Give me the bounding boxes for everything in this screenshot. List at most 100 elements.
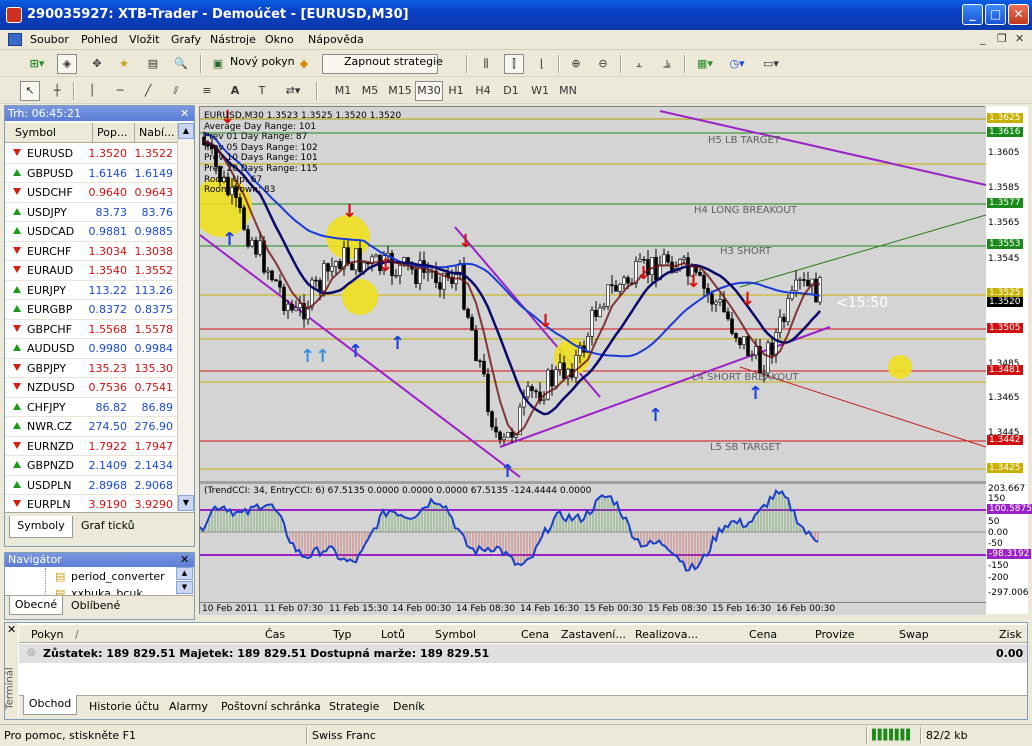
new-order-button[interactable]: Nový pokyn [230, 55, 295, 68]
templates-icon[interactable]: ▭▾ [758, 54, 784, 74]
market-watch-row[interactable]: AUDUSD 0.9980 0.9984 [5, 339, 177, 359]
new-chart-icon[interactable]: ⊞▾ [24, 54, 50, 74]
nav-item-period-converter[interactable]: period_converter [71, 570, 165, 583]
menu-pohled[interactable]: Pohled [81, 33, 118, 46]
col-time[interactable]: Čas [265, 628, 285, 641]
arrows-icon[interactable]: ⇄▾ [280, 81, 306, 101]
col-symbol[interactable]: Symbol [5, 123, 93, 143]
menu-soubor[interactable]: Soubor [30, 33, 69, 46]
tf-m30[interactable]: M30 [415, 81, 443, 101]
market-watch-row[interactable]: EURNZD 1.7922 1.7947 [5, 437, 177, 456]
tab-symbols[interactable]: Symboly [9, 516, 73, 538]
market-watch-row[interactable]: USDJPY 83.73 83.76 [5, 203, 177, 222]
text-tool-icon[interactable]: A [225, 81, 245, 101]
col-symbol[interactable]: Symbol [435, 628, 476, 641]
indicators-icon[interactable]: ▦▾ [692, 54, 718, 74]
nav-item-second[interactable]: xxbuka_bcuk [71, 587, 143, 595]
tab-alerts[interactable]: Alarmy [169, 700, 208, 713]
market-watch-row[interactable]: EURJPY 113.22 113.26 [5, 281, 177, 300]
mdi-restore-icon[interactable]: ❐ [997, 32, 1007, 45]
col-swap[interactable]: Swap [899, 628, 929, 641]
tab-general[interactable]: Obecné [9, 596, 63, 615]
col-stop[interactable]: Zastavení... [561, 628, 626, 641]
market-watch-row[interactable]: GBPNZD 2.1409 2.1434 [5, 456, 177, 476]
market-watch-close-icon[interactable]: ✕ [180, 107, 189, 120]
menu-vlozit[interactable]: Vložit [129, 33, 159, 46]
periods-icon[interactable]: ◷▾ [724, 54, 750, 74]
tab-journal[interactable]: Deník [393, 700, 425, 713]
col-order[interactable]: Pokyn [31, 628, 63, 641]
mdi-close-icon[interactable]: ✕ [1015, 32, 1024, 45]
market-watch-row[interactable]: USDPLN 2.8968 2.9068 [5, 476, 177, 495]
mdi-minimize-icon[interactable]: _ [980, 32, 986, 45]
col-commission[interactable]: Provize [815, 628, 855, 641]
col-bid[interactable]: Pop... [93, 123, 135, 143]
market-watch-scrollbar[interactable]: ▲ ▼ [177, 123, 194, 511]
tab-experts[interactable]: Strategie [329, 700, 379, 713]
tf-mn[interactable]: MN [556, 81, 580, 101]
tf-w1[interactable]: W1 [528, 81, 552, 101]
tab-favorites[interactable]: Oblíbené [71, 599, 120, 612]
col-lots[interactable]: Lotů [381, 628, 405, 641]
market-watch-icon[interactable]: ▤ [143, 54, 163, 74]
tab-trade[interactable]: Obchod [23, 695, 77, 715]
crosshair-icon[interactable]: ┼ [47, 81, 67, 101]
tab-tick-chart[interactable]: Graf ticků [77, 519, 139, 532]
chart-shift-icon[interactable]: ⫡ [657, 54, 677, 74]
zoom-out-icon[interactable]: ⊖ [593, 54, 613, 74]
channel-icon[interactable]: ⫽ [166, 81, 186, 101]
crosshair-nav-icon[interactable]: ✥ [87, 54, 107, 74]
navigator-close-icon[interactable]: ✕ [180, 553, 189, 566]
text-label-icon[interactable]: T [252, 81, 272, 101]
market-watch-row[interactable]: EURPLN 3.9190 3.9290 [5, 495, 177, 512]
tf-h1[interactable]: H1 [445, 81, 467, 101]
market-watch-row[interactable]: EURCHF 1.3034 1.3038 [5, 242, 177, 261]
tf-m5[interactable]: M5 [358, 81, 382, 101]
bar-chart-icon[interactable]: ⫼ [476, 54, 496, 74]
indicator-splitter[interactable] [200, 481, 986, 484]
maximize-button[interactable]: □ [985, 4, 1006, 25]
horizontal-line-icon[interactable]: ─ [110, 81, 130, 101]
market-watch-row[interactable]: GBPJPY 135.23 135.30 [5, 359, 177, 378]
market-watch-row[interactable]: NZDUSD 0.7536 0.7541 [5, 378, 177, 398]
col-price[interactable]: Cena [521, 628, 549, 641]
col-price2[interactable]: Cena [749, 628, 777, 641]
candlestick-icon[interactable]: ⫿ [504, 54, 524, 74]
terminal-close-icon[interactable]: ✕ [7, 623, 16, 636]
tf-m15[interactable]: M15 [386, 81, 414, 101]
tf-d1[interactable]: D1 [500, 81, 522, 101]
metaeditor-icon[interactable]: ◆ [294, 54, 314, 74]
tf-h4[interactable]: H4 [472, 81, 494, 101]
market-watch-row[interactable]: USDCAD 0.9881 0.9885 [5, 222, 177, 242]
tab-account-history[interactable]: Historie účtu [89, 700, 159, 713]
market-watch-row[interactable]: CHFJPY 86.82 86.89 [5, 398, 177, 417]
market-watch-row[interactable]: EURGBP 0.8372 0.8375 [5, 300, 177, 320]
favorites-icon[interactable]: ★ [114, 54, 134, 74]
auto-scroll-icon[interactable]: ⫠ [629, 54, 649, 74]
trendline-icon[interactable]: ╱ [138, 81, 158, 101]
market-watch-row[interactable]: EURUSD 1.3520 1.3522 [5, 144, 177, 164]
navigator-scrollbar[interactable]: ▲ ▼ [176, 567, 193, 595]
market-watch-row[interactable]: NWR.CZ 274.50 276.90 [5, 417, 177, 437]
tab-mailbox[interactable]: Poštovní schránka [221, 700, 321, 713]
profiles-icon[interactable]: ◈ [57, 54, 77, 74]
market-watch-row[interactable]: USDCHF 0.9640 0.9643 [5, 183, 177, 203]
market-watch-row[interactable]: GBPUSD 1.6146 1.6149 [5, 164, 177, 183]
cursor-icon[interactable]: ↖ [20, 81, 40, 101]
price-axis[interactable]: 1.3625 1.3616 1.3605 1.3585 1.3577 1.356… [986, 106, 1032, 614]
market-watch-row[interactable]: GBPCHF 1.5568 1.5578 [5, 320, 177, 339]
tf-m1[interactable]: M1 [331, 81, 355, 101]
new-order-icon[interactable]: ▣ [208, 54, 228, 74]
zoom-in-icon[interactable]: ⊕ [566, 54, 586, 74]
market-watch-row[interactable]: EURAUD 1.3540 1.3552 [5, 261, 177, 281]
col-ask[interactable]: Nabí... [135, 123, 177, 143]
minimize-button[interactable]: _ [962, 4, 983, 25]
chart-area[interactable]: ↓ ↓ ↓ ↓ ↓ ↓ ↓ ↓ ↑ ↑ ↑ ↑ ↑ ↑ ↑↑ EURUSD,M30 1.3523 1.352… [199, 106, 986, 615]
menu-napoveda[interactable]: Nápověda [308, 33, 364, 46]
col-profit[interactable]: Zisk [999, 628, 1022, 641]
fibonacci-icon[interactable]: ≡ [197, 81, 217, 101]
col-take[interactable]: Realizova... [635, 628, 698, 641]
menu-nastroje[interactable]: Nástroje [210, 33, 256, 46]
col-type[interactable]: Typ [333, 628, 352, 641]
menu-okno[interactable]: Okno [265, 33, 294, 46]
